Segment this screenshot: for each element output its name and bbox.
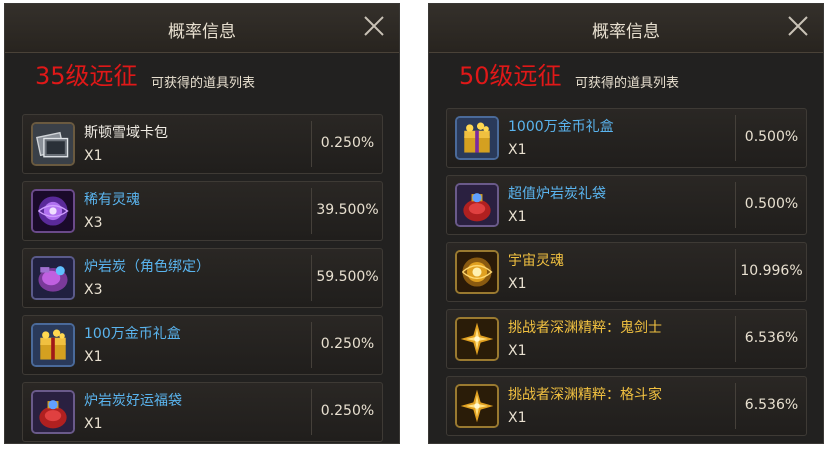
item-probability: 6.536%	[744, 397, 799, 413]
item-quantity: X1	[84, 148, 103, 164]
divider	[311, 188, 312, 234]
divider	[311, 322, 312, 368]
expedition-level: 50级远征	[459, 62, 562, 90]
item-probability: 0.500%	[744, 196, 799, 212]
item-probability: 6.536%	[744, 330, 799, 346]
close-icon[interactable]	[786, 14, 810, 38]
subheader: 50级远征 可获得的道具列表	[429, 56, 823, 96]
divider	[735, 182, 736, 228]
expedition-level: 35级远征	[35, 62, 138, 90]
list-item: 挑战者深渊精粹：格斗家 X1 6.536%	[446, 376, 807, 436]
list-item: 斯顿雪域卡包 X1 0.250%	[22, 114, 383, 174]
divider	[311, 121, 312, 167]
list-item: 100万金币礼盒 X1 0.250%	[22, 315, 383, 375]
divider	[311, 255, 312, 301]
divider	[735, 316, 736, 362]
item-quantity: X1	[508, 209, 527, 225]
item-quantity: X1	[84, 349, 103, 365]
list-item: 宇宙灵魂 X1 10.996%	[446, 242, 807, 302]
item-name: 挑战者深渊精粹：鬼剑士	[508, 320, 662, 336]
item-probability: 59.500%	[316, 269, 379, 285]
item-quantity: X1	[508, 276, 527, 292]
item-probability: 39.500%	[316, 202, 379, 218]
item-name: 超值炉岩炭礼袋	[508, 186, 606, 202]
gold-soul-icon	[455, 250, 499, 294]
list-item: 稀有灵魂 X3 39.500%	[22, 181, 383, 241]
item-quantity: X3	[84, 215, 103, 231]
item-quantity: X1	[508, 343, 527, 359]
list-item: 1000万金币礼盒 X1 0.500%	[446, 108, 807, 168]
item-name: 炉岩炭（角色绑定）	[84, 259, 210, 275]
list-subtitle: 可获得的道具列表	[575, 76, 680, 91]
list-item: 炉岩炭（角色绑定） X3 59.500%	[22, 248, 383, 308]
item-name: 1000万金币礼盒	[508, 119, 614, 135]
divider	[735, 115, 736, 161]
divider	[311, 389, 312, 435]
abyss-essence-icon	[455, 384, 499, 428]
probability-panel-right: 概率信息 50级远征 可获得的道具列表 1000万金币礼盒 X1 0.500% …	[428, 3, 824, 444]
item-name: 炉岩炭好运福袋	[84, 393, 182, 409]
subheader: 35级远征 可获得的道具列表	[5, 56, 399, 96]
item-probability: 0.250%	[320, 403, 375, 419]
item-probability: 0.250%	[320, 135, 375, 151]
item-name: 宇宙灵魂	[508, 253, 564, 269]
purple-soul-icon	[31, 189, 75, 233]
list-item: 超值炉岩炭礼袋 X1 0.500%	[446, 175, 807, 235]
item-name: 斯顿雪域卡包	[84, 125, 168, 141]
item-quantity: X3	[84, 282, 103, 298]
close-icon[interactable]	[362, 14, 386, 38]
item-quantity: X1	[84, 416, 103, 432]
card-pack-icon	[31, 122, 75, 166]
lava-coal-icon	[31, 256, 75, 300]
panel-title: 概率信息	[592, 22, 660, 42]
item-probability: 0.500%	[744, 129, 799, 145]
item-quantity: X1	[508, 142, 527, 158]
divider	[735, 249, 736, 295]
item-probability: 10.996%	[740, 263, 803, 279]
list-item: 挑战者深渊精粹：鬼剑士 X1 6.536%	[446, 309, 807, 369]
item-probability: 0.250%	[320, 336, 375, 352]
divider	[735, 383, 736, 429]
panel-title: 概率信息	[168, 22, 236, 42]
probability-panel-left: 概率信息 35级远征 可获得的道具列表 斯顿雪域卡包 X1 0.250% 稀有灵…	[4, 3, 400, 444]
item-name: 挑战者深渊精粹：格斗家	[508, 387, 662, 403]
panel-header: 概率信息	[5, 4, 399, 53]
lucky-bag-icon	[31, 390, 75, 434]
item-name: 稀有灵魂	[84, 192, 140, 208]
item-name: 100万金币礼盒	[84, 326, 181, 342]
lucky-bag-icon	[455, 183, 499, 227]
item-quantity: X1	[508, 410, 527, 426]
panel-header: 概率信息	[429, 4, 823, 53]
list-item: 炉岩炭好运福袋 X1 0.250%	[22, 382, 383, 442]
abyss-essence-icon	[455, 317, 499, 361]
list-subtitle: 可获得的道具列表	[151, 76, 256, 91]
gold-box-icon	[455, 116, 499, 160]
gold-box-icon	[31, 323, 75, 367]
